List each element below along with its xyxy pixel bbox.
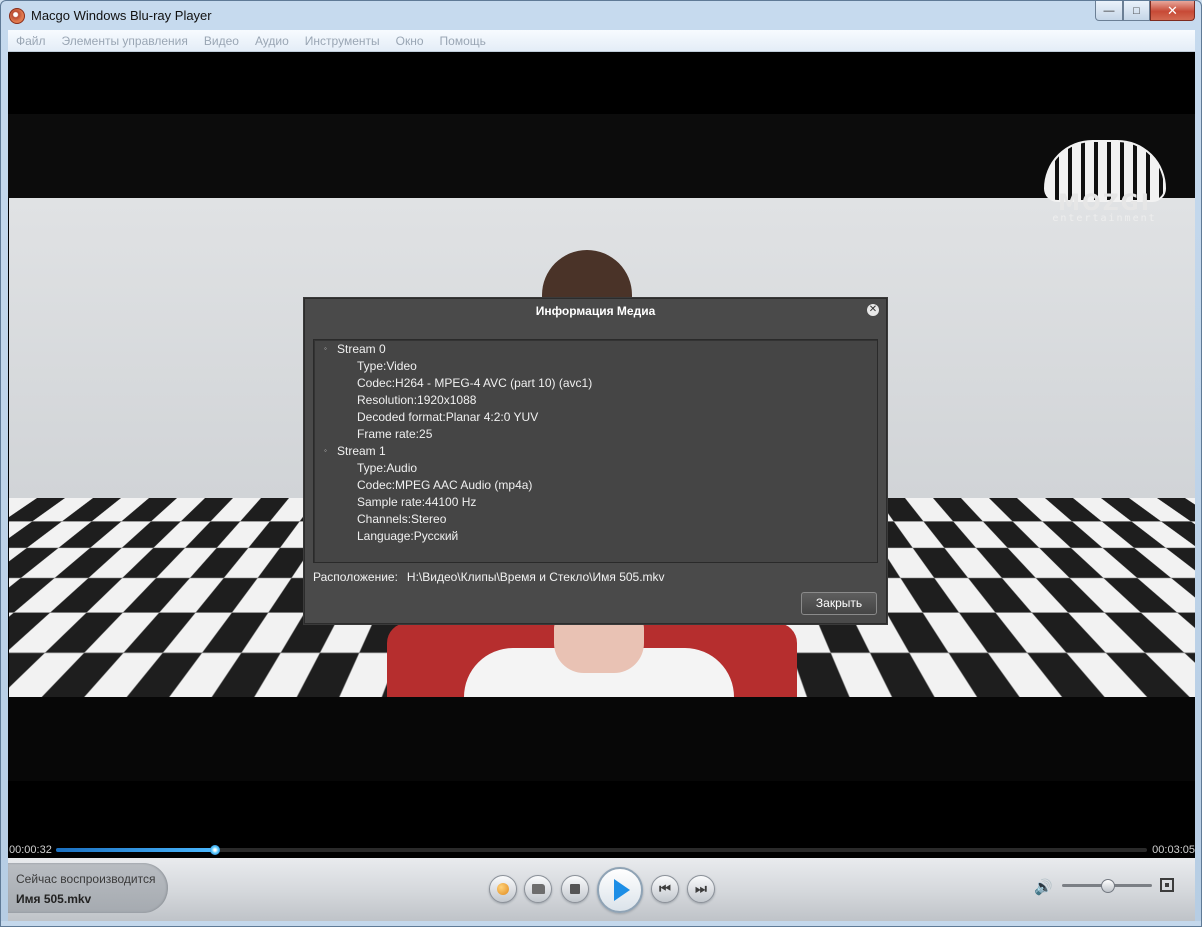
progress-row: 00:00:32 00:03:05 xyxy=(8,842,1195,858)
stream-field: Type:Audio xyxy=(357,461,418,475)
next-button[interactable]: ⏭ xyxy=(687,875,715,903)
app-window: Macgo Windows Blu-ray Player — □ ✕ Файл … xyxy=(0,0,1202,927)
stream-tree[interactable]: ◦ Stream 0 Type:Video Codec:H264 - MPEG-… xyxy=(313,339,878,563)
minimize-button[interactable]: — xyxy=(1095,1,1123,21)
collapse-icon[interactable]: ◦ xyxy=(324,345,332,353)
stream-field: Decoded format:Planar 4:2:0 YUV xyxy=(357,410,539,424)
play-button[interactable] xyxy=(597,867,643,913)
now-playing-panel: Сейчас воспроизводится Имя 505.mkv xyxy=(8,863,168,913)
stream-field: Sample rate:44100 Hz xyxy=(357,495,477,509)
previous-icon: ⏮ xyxy=(659,881,671,896)
menu-tools[interactable]: Инструменты xyxy=(297,34,388,48)
title-bar[interactable]: Macgo Windows Blu-ray Player — □ ✕ xyxy=(1,1,1201,30)
window-title: Macgo Windows Blu-ray Player xyxy=(31,8,212,23)
control-bar: Сейчас воспроизводится Имя 505.mkv ⏮ ⏭ 🔊 xyxy=(8,858,1195,921)
stream-node[interactable]: ◦ Stream 0 xyxy=(324,341,386,358)
volume-icon[interactable]: 🔊 xyxy=(1034,878,1053,896)
seek-bar[interactable] xyxy=(56,845,1147,855)
collapse-icon[interactable]: ◦ xyxy=(324,447,332,455)
now-playing-file: Имя 505.mkv xyxy=(16,892,92,906)
next-icon: ⏭ xyxy=(695,881,707,896)
stream-label: Stream 1 xyxy=(337,444,386,458)
total-time: 00:03:05 xyxy=(1152,844,1195,856)
seek-bar-fill xyxy=(56,848,216,852)
stream-field: Codec:MPEG AAC Audio (mp4a) xyxy=(357,478,533,492)
menu-controls[interactable]: Элементы управления xyxy=(54,34,196,48)
now-playing-label: Сейчас воспроизводится xyxy=(16,872,156,886)
dialog-close-icon[interactable]: ✕ xyxy=(867,304,879,316)
stop-icon xyxy=(570,884,580,894)
stream-label: Stream 0 xyxy=(337,342,386,356)
video-subject-hands xyxy=(554,618,644,673)
open-folder-button[interactable] xyxy=(524,875,552,903)
people-button[interactable] xyxy=(489,875,517,903)
media-info-dialog: Информация Медиа ✕ ◦ Stream 0 Type:Video… xyxy=(303,297,888,625)
stream-field: Channels:Stereo xyxy=(357,512,447,526)
channel-logo: MOZGI entertainment xyxy=(1042,140,1167,230)
location-path: H:\Видео\Клипы\Время и Стекло\Имя 505.mk… xyxy=(406,570,665,584)
maximize-button[interactable]: □ xyxy=(1123,1,1150,21)
logo-name: MOZGI xyxy=(1058,191,1151,216)
play-icon xyxy=(614,879,630,901)
people-icon xyxy=(497,883,509,895)
seek-handle[interactable] xyxy=(210,845,221,855)
dialog-title: Информация Медиа xyxy=(535,304,656,318)
stream-field: Codec:H264 - MPEG-4 AVC (part 10) (avc1) xyxy=(357,376,593,390)
menu-bar: Файл Элементы управления Видео Аудио Инс… xyxy=(8,30,1195,52)
previous-button[interactable]: ⏮ xyxy=(651,875,679,903)
volume-handle[interactable] xyxy=(1101,879,1115,893)
menu-window[interactable]: Окно xyxy=(388,34,432,48)
app-logo-icon xyxy=(9,8,25,24)
stream-field: Language:Русский xyxy=(357,529,459,543)
current-time: 00:00:32 xyxy=(9,844,52,856)
menu-help[interactable]: Помощь xyxy=(432,34,494,48)
video-letterbox-upper xyxy=(8,114,1195,198)
window-controls: — □ ✕ xyxy=(1095,1,1195,21)
fullscreen-icon[interactable] xyxy=(1160,878,1174,892)
video-letterbox-lower xyxy=(8,697,1195,781)
stream-field: Frame rate:25 xyxy=(357,427,433,441)
stop-button[interactable] xyxy=(561,875,589,903)
menu-video[interactable]: Видео xyxy=(196,34,247,48)
open-folder-icon xyxy=(531,884,545,894)
volume-slider[interactable] xyxy=(1062,879,1152,893)
menu-audio[interactable]: Аудио xyxy=(247,34,297,48)
close-button[interactable]: Закрыть xyxy=(801,592,877,615)
stream-node[interactable]: ◦ Stream 1 xyxy=(324,443,386,460)
file-location: Расположение: H:\Видео\Клипы\Время и Стек… xyxy=(313,570,665,584)
stream-field: Resolution:1920x1088 xyxy=(357,393,477,407)
menu-file[interactable]: Файл xyxy=(8,34,54,48)
window-bottom-frame xyxy=(1,921,1201,926)
logo-subtitle: entertainment xyxy=(1052,213,1157,224)
close-window-button[interactable]: ✕ xyxy=(1150,1,1195,21)
stream-field: Type:Video xyxy=(357,359,417,373)
location-label: Расположение: xyxy=(313,570,398,584)
